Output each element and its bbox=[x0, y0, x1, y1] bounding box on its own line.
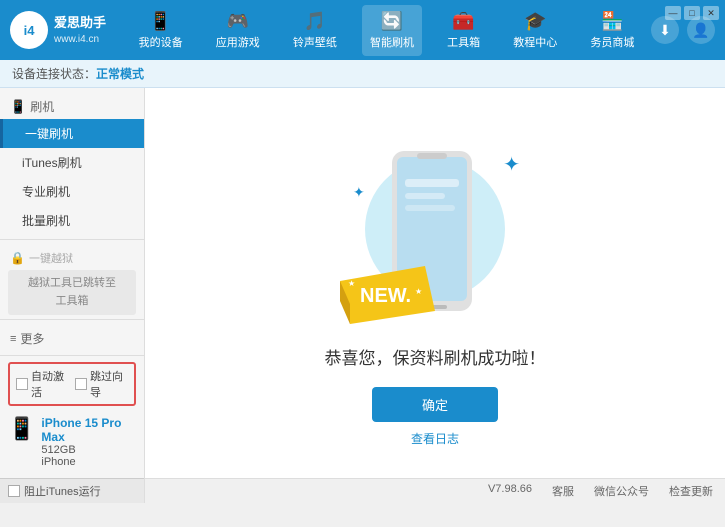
top-right-controls: ⬇ 👤 bbox=[651, 16, 715, 44]
auto-activate-checkbox[interactable] bbox=[16, 378, 28, 390]
content-area: ✦ ✦ NEW. ★ ★ 恭喜您，保资料刷机成功啦！ 确定 bbox=[145, 88, 725, 503]
close-button[interactable]: ✕ bbox=[703, 6, 719, 20]
flash-icon: 🔄 bbox=[381, 11, 403, 32]
minimize-button[interactable]: — bbox=[665, 6, 681, 20]
itunes-label: 阻止iTunes运行 bbox=[24, 483, 101, 499]
confirm-button[interactable]: 确定 bbox=[372, 387, 498, 422]
nav-apps-games[interactable]: 🎮 应用游戏 bbox=[208, 5, 268, 56]
nav-my-device[interactable]: 📱 我的设备 bbox=[131, 5, 191, 56]
nav-ringtones-label: 铃声壁纸 bbox=[293, 34, 337, 50]
sparkle-top-icon: ✦ bbox=[503, 152, 520, 177]
grayed-box-line2: 工具箱 bbox=[16, 293, 128, 311]
footer-service[interactable]: 客服 bbox=[552, 483, 574, 499]
main-nav: 📱 我的设备 🎮 应用游戏 🎵 铃声壁纸 🔄 智能刷机 🧰 工具箱 🎓 教程中心… bbox=[122, 5, 651, 56]
auto-activate-checkbox-label[interactable]: 自动激活 bbox=[16, 368, 69, 400]
sidebar-item-one-key-flash[interactable]: 一键刷机 bbox=[0, 119, 144, 148]
toolbox-icon: 🧰 bbox=[452, 11, 474, 32]
guide-import-checkbox-label[interactable]: 跳过向导 bbox=[75, 368, 128, 400]
nav-smart-flash-label: 智能刷机 bbox=[370, 34, 414, 50]
flash-section-icon: 📱 bbox=[10, 99, 26, 115]
nav-service[interactable]: 🏪 务员商城 bbox=[582, 5, 642, 56]
success-illustration: ✦ ✦ NEW. ★ ★ bbox=[345, 144, 525, 334]
sidebar-item-batch-flash[interactable]: 批量刷机 bbox=[0, 206, 144, 235]
nav-toolbox-label: 工具箱 bbox=[447, 34, 480, 50]
ringtone-icon: 🎵 bbox=[304, 11, 326, 32]
apps-icon: 🎮 bbox=[227, 11, 249, 32]
guide-import-checkbox[interactable] bbox=[75, 378, 87, 390]
maximize-button[interactable]: □ bbox=[684, 6, 700, 20]
itunes-bar: 阻止iTunes运行 bbox=[0, 478, 144, 503]
sidebar-jailbreak-label: 一键越狱 bbox=[29, 250, 73, 266]
device-icon: 📱 bbox=[149, 11, 171, 32]
auto-activate-area: 自动激活 跳过向导 bbox=[8, 362, 136, 406]
more-icon: ≡ bbox=[10, 333, 16, 345]
device-phone-icon: 📱 bbox=[8, 416, 35, 442]
logo-icon: i4 bbox=[10, 11, 48, 49]
nav-service-label: 务员商城 bbox=[590, 34, 634, 50]
itunes-checkbox[interactable] bbox=[8, 485, 20, 497]
svg-text:NEW.: NEW. bbox=[360, 285, 411, 307]
success-message: 恭喜您，保资料刷机成功啦！ bbox=[325, 344, 546, 369]
svg-text:★: ★ bbox=[415, 287, 422, 296]
sidebar-item-itunes-flash[interactable]: iTunes刷机 bbox=[0, 148, 144, 177]
device-type: iPhone bbox=[41, 456, 136, 468]
device-info: 📱 iPhone 15 Pro Max 512GB iPhone bbox=[8, 412, 136, 472]
logo: i4 爱思助手 www.i4.cn bbox=[10, 11, 106, 49]
window-controls: — □ ✕ bbox=[665, 6, 719, 20]
sidebar-more-header: ≡ 更多 bbox=[0, 324, 144, 351]
sidebar-flash-header: 📱 刷机 bbox=[0, 92, 144, 119]
grayed-box-line1: 越狱工具已跳转至 bbox=[16, 275, 128, 293]
footer-wechat[interactable]: 微信公众号 bbox=[594, 483, 649, 499]
nav-apps-label: 应用游戏 bbox=[216, 34, 260, 50]
footer: V7.98.66 客服 微信公众号 检查更新 bbox=[145, 478, 725, 503]
sidebar-bottom: 自动激活 跳过向导 📱 iPhone 15 Pro Max 512GB iPho… bbox=[0, 355, 144, 478]
sidebar-jailbreak-header: 🔒 一键越狱 bbox=[0, 244, 144, 268]
nav-tutorial[interactable]: 🎓 教程中心 bbox=[505, 5, 565, 56]
sidebar-jailbreak-box: 越狱工具已跳转至 工具箱 bbox=[8, 270, 136, 315]
lock-icon: 🔒 bbox=[10, 251, 25, 265]
device-storage: 512GB bbox=[41, 444, 136, 456]
service-icon: 🏪 bbox=[601, 11, 623, 32]
subheader-mode: 正常模式 bbox=[96, 65, 144, 82]
user-button[interactable]: 👤 bbox=[687, 16, 715, 44]
guide-import-label: 跳过向导 bbox=[90, 368, 128, 400]
sidebar: 📱 刷机 一键刷机 iTunes刷机 专业刷机 批量刷机 🔒 一键越狱 bbox=[0, 88, 145, 503]
sidebar-content: 📱 刷机 一键刷机 iTunes刷机 专业刷机 批量刷机 🔒 一键越狱 bbox=[0, 88, 144, 355]
sidebar-item-pro-flash[interactable]: 专业刷机 bbox=[0, 177, 144, 206]
sidebar-divider2 bbox=[0, 319, 144, 320]
footer-update[interactable]: 检查更新 bbox=[669, 483, 713, 499]
sidebar-divider bbox=[0, 239, 144, 240]
subheader-prefix: 设备连接状态： bbox=[12, 65, 96, 82]
svg-text:★: ★ bbox=[348, 279, 355, 288]
subheader: 设备连接状态： 正常模式 bbox=[0, 60, 725, 88]
device-name: iPhone 15 Pro Max bbox=[41, 416, 136, 444]
footer-version: V7.98.66 bbox=[488, 483, 532, 499]
nav-ringtones[interactable]: 🎵 铃声壁纸 bbox=[285, 5, 345, 56]
nav-my-device-label: 我的设备 bbox=[139, 34, 183, 50]
sparkle-left-icon: ✦ bbox=[353, 184, 365, 201]
sidebar-more-label: 更多 bbox=[20, 330, 44, 347]
log-link[interactable]: 查看日志 bbox=[411, 430, 459, 447]
nav-smart-flash[interactable]: 🔄 智能刷机 bbox=[362, 5, 422, 56]
nav-tutorial-label: 教程中心 bbox=[513, 34, 557, 50]
sidebar-flash-label: 刷机 bbox=[30, 98, 54, 115]
tutorial-icon: 🎓 bbox=[524, 11, 546, 32]
nav-toolbox[interactable]: 🧰 工具箱 bbox=[439, 5, 488, 56]
new-badge: NEW. ★ ★ bbox=[340, 266, 435, 324]
download-button[interactable]: ⬇ bbox=[651, 16, 679, 44]
auto-activate-label: 自动激活 bbox=[31, 368, 69, 400]
